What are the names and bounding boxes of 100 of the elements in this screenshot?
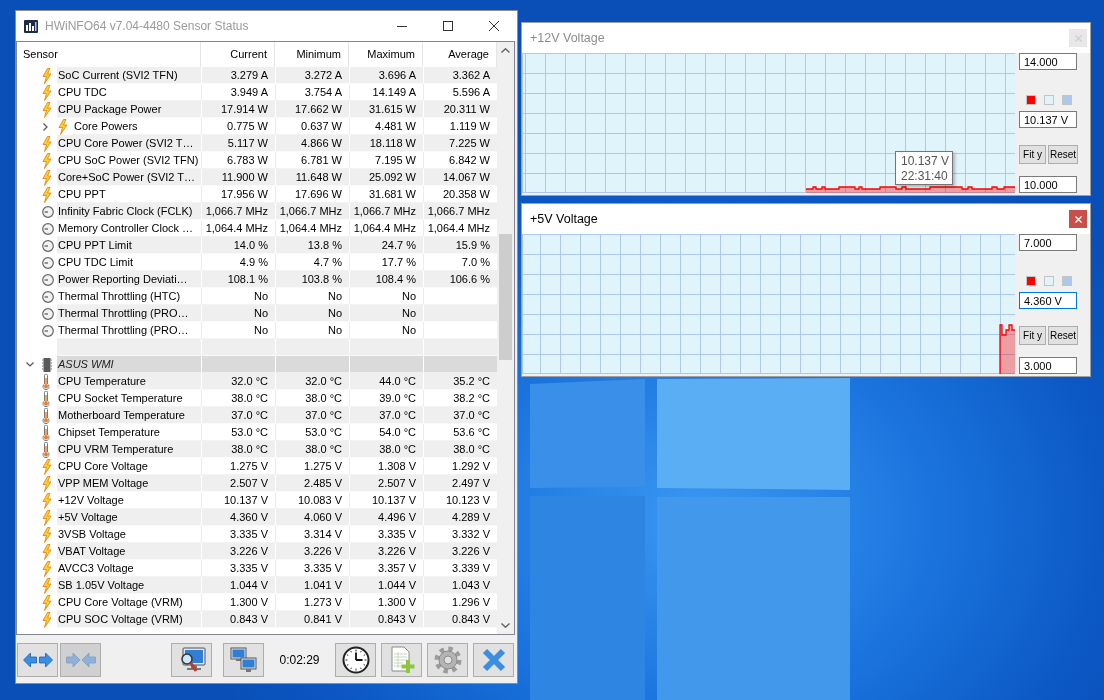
minimum-value: 3.754 A (304, 86, 342, 98)
table-row[interactable]: VPP MEM Voltage 2.507 V 2.485 V 2.507 V 2.497 V (57, 475, 497, 492)
table-row[interactable]: CPU PPT Limit 14.0 % 13.8 % 24.7 % 15.9 % (57, 237, 497, 254)
table-row[interactable]: CPU SoC Power (SVI2 TFN) 6.783 W 6.781 W 7.195 W 6.842 W (57, 152, 497, 169)
table-row[interactable]: Power Reporting Deviati… 108.1 % 103.8 % 108.4 % 106.6 % (57, 271, 497, 288)
table-row[interactable]: +12V Voltage 10.137 V 10.083 V 10.137 V 10.123 V (57, 492, 497, 509)
window-title: +5V Voltage (530, 212, 598, 226)
network-button[interactable] (223, 643, 264, 677)
current-value-field[interactable]: 10.137 V (1019, 111, 1077, 128)
current-value: 17.914 W (220, 103, 268, 115)
maximum-value: 1.044 V (378, 579, 416, 591)
table-row[interactable]: CPU VRM Temperature 38.0 °C 38.0 °C 38.0 °C 38.0 °C (57, 441, 497, 458)
maximum-value: 14.149 A (372, 86, 416, 98)
settings-button[interactable] (427, 643, 468, 677)
table-row[interactable]: Core Powers 0.775 W 0.637 W 4.481 W 1.119 W (73, 118, 497, 135)
scrollbar-thumb[interactable] (499, 234, 512, 360)
lower-limit-field[interactable]: 3.000 (1019, 357, 1077, 374)
clock-icon (42, 256, 54, 269)
maximize-icon (443, 21, 453, 31)
reset-button[interactable]: Reset (1048, 145, 1078, 164)
maximum-value: 31.681 W (368, 188, 416, 200)
lightning-icon (42, 526, 52, 543)
table-row[interactable]: 3VSB Voltage 3.335 V 3.314 V 3.335 V 3.332 V (57, 526, 497, 543)
maximum-value: 7.195 W (375, 154, 416, 166)
close-button[interactable] (1069, 210, 1087, 228)
lightning-icon (42, 560, 52, 577)
minimum-value: 0.637 W (301, 120, 342, 132)
average-value: 15.9 % (455, 239, 490, 251)
table-row[interactable]: CPU TDC 3.949 A 3.754 A 14.149 A 5.596 A (57, 84, 497, 101)
average-value: 3.362 A (452, 69, 490, 81)
table-row[interactable]: +5V Voltage 4.360 V 4.060 V 4.496 V 4.289 V (57, 509, 497, 526)
color-swatch-icon[interactable] (1026, 276, 1036, 286)
table-row[interactable]: Thermal Throttling (PRO… No No No (57, 322, 497, 339)
minimum-value: 10.083 V (297, 494, 342, 506)
table-row[interactable]: CPU Core Power (SVI2 T… 5.117 W 4.866 W 18.118 W 7.225 W (57, 135, 497, 152)
lightning-icon (42, 152, 52, 169)
average-value: 1,064.4 MHz (427, 222, 490, 234)
color-swatch-icon[interactable] (1026, 95, 1036, 105)
chevron-right-icon[interactable] (43, 122, 48, 131)
fit-y-button[interactable]: Fit y (1019, 326, 1046, 345)
expand-button[interactable] (17, 643, 58, 677)
fit-y-button[interactable]: Fit y (1019, 145, 1046, 164)
average-value: 6.842 W (449, 154, 490, 166)
maximum-value: 17.7 % (381, 256, 416, 268)
clock-button[interactable] (335, 643, 376, 677)
maximum-value: 38.0 °C (379, 443, 416, 455)
table-row[interactable]: SoC Current (SVI2 TFN) 3.279 A 3.272 A 3.696 A 3.362 A (57, 67, 497, 84)
maximum-value: 4.481 W (375, 120, 416, 132)
color-swatch-icon[interactable] (1044, 95, 1054, 105)
maximum-value: No (401, 290, 416, 302)
table-row[interactable]: CPU TDC Limit 4.9 % 4.7 % 17.7 % 7.0 % (57, 254, 497, 271)
table-row[interactable]: ASUS WMI (57, 356, 497, 373)
lightning-icon (42, 594, 52, 611)
lightning-icon (42, 577, 52, 594)
scrollbar-track[interactable] (497, 42, 514, 634)
table-row[interactable]: CPU Socket Temperature 38.0 °C 38.0 °C 39.0 °C 38.2 °C (57, 390, 497, 407)
table-row[interactable]: AVCC3 Voltage 3.335 V 3.335 V 3.357 V 3.339 V (57, 560, 497, 577)
current-value: No (253, 324, 268, 336)
average-value: 1.296 V (452, 596, 490, 608)
table-row[interactable]: CPU PPT 17.956 W 17.696 W 31.681 W 20.358 W (57, 186, 497, 203)
table-row[interactable]: VBAT Voltage 3.226 V 3.226 V 3.226 V 3.226 V (57, 543, 497, 560)
maximum-value: 10.137 V (371, 494, 416, 506)
lightning-icon (42, 543, 52, 560)
group-name: ASUS WMI (58, 358, 114, 370)
current-value: 38.0 °C (231, 443, 268, 455)
table-row[interactable]: Memory Controller Clock … 1,064.4 MHz 1,064.4 MHz 1,064.4 MHz 1,064.4 MHz (57, 220, 497, 237)
monitor-search-button[interactable] (171, 643, 212, 677)
color-swatch-icon[interactable] (1062, 276, 1072, 286)
table-row[interactable]: CPU Core Voltage (VRM) 1.300 V 1.273 V 1.300 V 1.296 V (57, 594, 497, 611)
table-row[interactable]: Core+SoC Power (SVI2 T… 11.900 W 11.648 W 25.092 W 14.067 W (57, 169, 497, 186)
maximum-value: 3.357 V (378, 562, 416, 574)
maximum-value: 0.843 V (378, 613, 416, 625)
lower-limit-field[interactable]: 10.000 (1019, 176, 1077, 193)
current-value: 4.9 % (239, 256, 268, 268)
upper-limit-field[interactable]: 14.000 (1019, 53, 1077, 70)
clock-icon (42, 205, 54, 218)
table-row[interactable]: CPU Temperature 32.0 °C 32.0 °C 44.0 °C 35.2 °C (57, 373, 497, 390)
color-swatch-icon[interactable] (1044, 276, 1054, 286)
table-row[interactable]: Infinity Fabric Clock (FCLK) 1,066.7 MHz 1,066.7 MHz 1,066.7 MHz 1,066.7 MHz (57, 203, 497, 220)
current-value: 0.775 W (227, 120, 268, 132)
table-row[interactable]: CPU Package Power 17.914 W 17.662 W 31.615 W 20.311 W (57, 101, 497, 118)
clock-icon (42, 273, 54, 286)
sensor-name: CPU SoC Power (SVI2 TFN) (58, 154, 199, 166)
reset-button[interactable]: Reset (1048, 326, 1078, 345)
table-row[interactable]: Thermal Throttling (PRO… No No No (57, 305, 497, 322)
upper-limit-field[interactable]: 7.000 (1019, 234, 1077, 251)
report-button[interactable] (381, 643, 422, 677)
average-value: 3.226 V (452, 545, 490, 557)
table-row[interactable]: Thermal Throttling (HTC) No No No (57, 288, 497, 305)
table-row[interactable]: Motherboard Temperature 37.0 °C 37.0 °C 37.0 °C 37.0 °C (57, 407, 497, 424)
color-swatch-icon[interactable] (1062, 95, 1072, 105)
chevron-down-icon[interactable] (26, 362, 34, 367)
table-row[interactable]: CPU Core Voltage 1.275 V 1.275 V 1.308 V 1.292 V (57, 458, 497, 475)
sensor-name: +12V Voltage (58, 494, 124, 506)
table-row[interactable]: Chipset Temperature 53.0 °C 53.0 °C 54.0 °C 53.6 °C (57, 424, 497, 441)
table-row[interactable]: CPU SOC Voltage (VRM) 0.843 V 0.841 V 0.843 V 0.843 V (57, 611, 497, 628)
close-button[interactable] (473, 643, 514, 677)
table-row[interactable]: SB 1.05V Voltage 1.044 V 1.041 V 1.044 V 1.043 V (57, 577, 497, 594)
current-value-field[interactable]: 4.360 V (1019, 292, 1077, 309)
current-value: 11.900 W (221, 171, 268, 183)
